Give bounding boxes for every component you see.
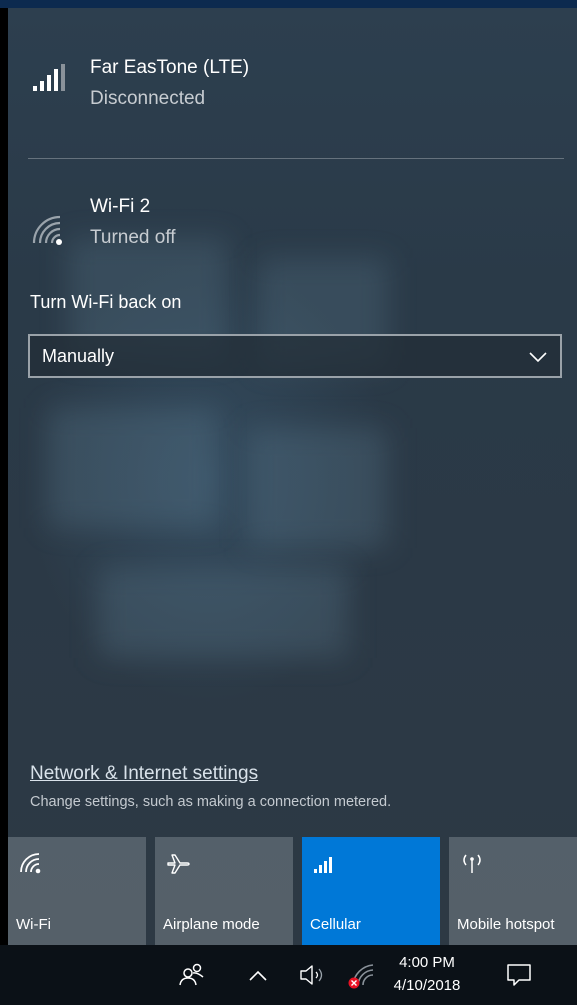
tile-label: Cellular <box>310 916 361 933</box>
network-flyout: Far EasTone (LTE) Disconnected Wi-Fi 2 T… <box>8 8 577 945</box>
cellular-signal-icon <box>30 60 70 96</box>
wifi-icon <box>18 851 44 875</box>
chevron-up-icon[interactable] <box>244 945 272 1005</box>
wifi-back-on-label: Turn Wi-Fi back on <box>30 292 182 312</box>
wifi-back-on-dropdown[interactable]: Manually <box>28 334 562 378</box>
cellular-icon <box>312 851 338 875</box>
network-item-wifi[interactable]: Wi-Fi 2 Turned off <box>8 173 577 263</box>
background-blur <box>48 408 218 528</box>
dropdown-value: Manually <box>42 346 115 366</box>
quick-actions: Wi-Fi Airplane mode Cellular Mobile hots… <box>8 837 577 945</box>
airplane-icon <box>165 851 191 875</box>
divider <box>28 158 564 159</box>
wifi-off-icon <box>30 213 70 249</box>
volume-icon[interactable] <box>298 945 332 1005</box>
clock-date: 4/10/2018 <box>393 977 461 994</box>
hotspot-icon <box>459 851 485 875</box>
quick-action-airplane-mode[interactable]: Airplane mode <box>155 837 293 945</box>
desktop-strip <box>0 0 577 8</box>
quick-action-wifi[interactable]: Wi-Fi <box>8 837 146 945</box>
tile-label: Airplane mode <box>163 916 260 933</box>
action-center-icon[interactable] <box>505 962 533 988</box>
tile-label: Wi-Fi <box>16 916 51 933</box>
network-name: Wi-Fi 2 <box>90 196 151 217</box>
taskbar: 4:00 PM 4/10/2018 <box>0 945 577 1005</box>
quick-action-cellular[interactable]: Cellular <box>302 837 440 945</box>
network-settings-link[interactable]: Network & Internet settings <box>30 763 258 785</box>
network-status: Disconnected <box>90 88 206 109</box>
network-status-icon[interactable] <box>345 945 375 1005</box>
quick-action-mobile-hotspot[interactable]: Mobile hotspot <box>449 837 577 945</box>
network-status: Turned off <box>90 227 176 248</box>
tile-label: Mobile hotspot <box>457 916 555 933</box>
people-icon[interactable] <box>176 945 208 1005</box>
clock-time: 4:00 PM <box>399 954 455 971</box>
network-name: Far EasTone (LTE) <box>90 57 250 78</box>
network-item-cellular[interactable]: Far EasTone (LTE) Disconnected <box>8 8 577 148</box>
screen: Far EasTone (LTE) Disconnected Wi-Fi 2 T… <box>0 0 577 1005</box>
background-blur <box>98 568 348 658</box>
network-settings-description: Change settings, such as making a connec… <box>30 794 392 810</box>
background-blur <box>248 428 388 548</box>
chevron-down-icon <box>528 348 548 366</box>
clock[interactable]: 4:00 PM 4/10/2018 <box>382 951 472 997</box>
